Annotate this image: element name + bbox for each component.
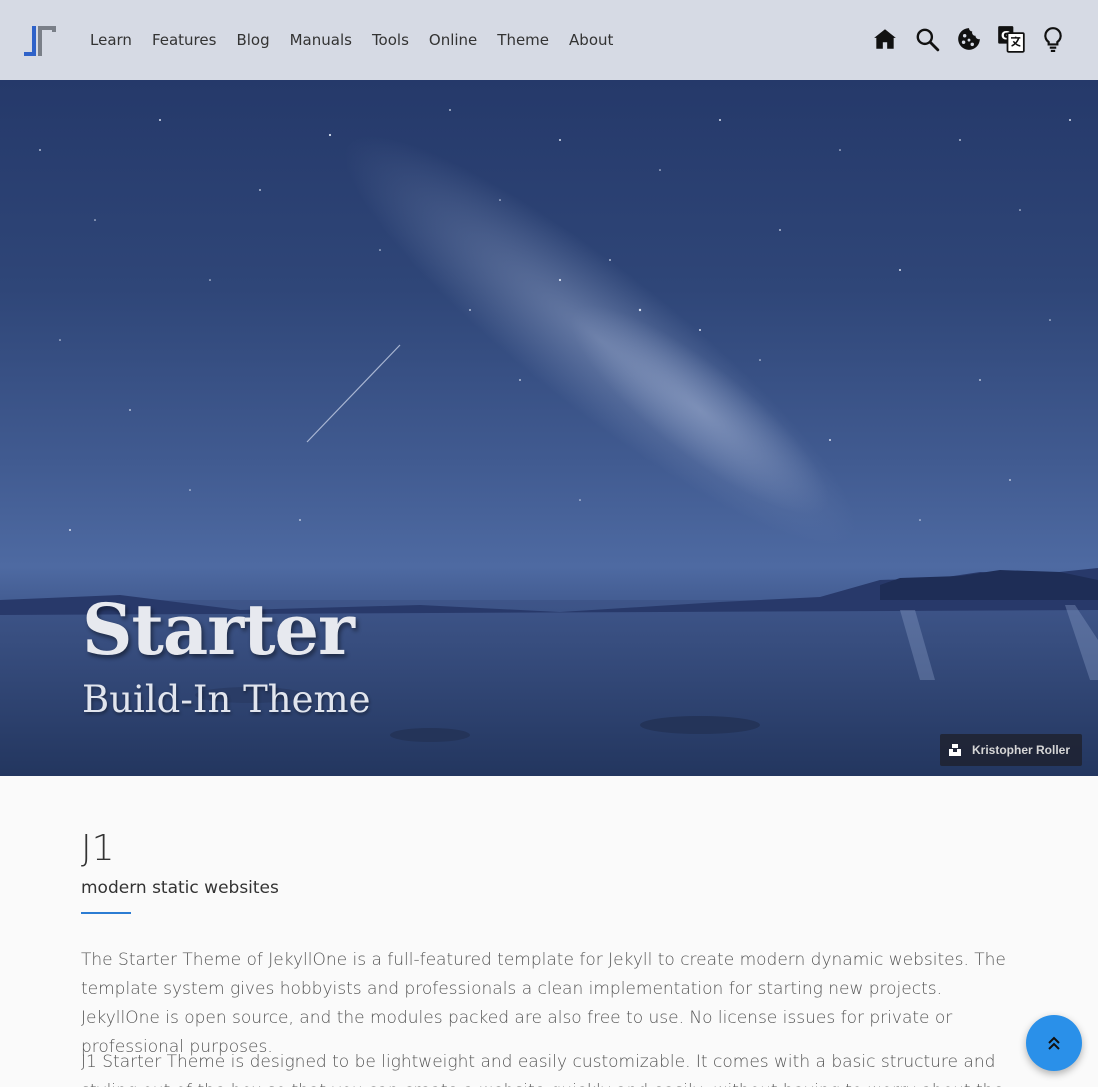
nav-features[interactable]: Features [142,31,227,49]
j1-logo-icon[interactable] [22,22,58,58]
cookie-icon[interactable] [954,22,984,56]
nav-theme[interactable]: Theme [487,31,559,49]
scroll-to-top-button[interactable] [1026,1015,1082,1071]
double-chevron-up-icon [1048,1036,1060,1050]
search-icon[interactable] [912,22,942,56]
second-paragraph: J1 Starter Theme is designed to be light… [81,1052,1004,1087]
translate-icon[interactable]: G [996,22,1026,56]
nav-about[interactable]: About [559,31,623,49]
section-subheading: modern static websites [81,878,279,898]
hero-title: Starter [82,588,355,671]
main-nav: Learn Features Blog Manuals Tools Online… [80,0,623,80]
nav-icon-bar: G [858,22,1068,56]
lightbulb-icon[interactable] [1038,22,1068,56]
nav-online[interactable]: Online [419,31,487,49]
hero-subtitle: Build-In Theme [82,678,371,721]
section-heading: J1 [81,828,115,869]
photo-credit-text: Kristopher Roller [971,743,1070,757]
intro-paragraph: The Starter Theme of JekyllOne is a full… [81,950,1006,1057]
unsplash-icon [948,744,961,756]
night-sky-background [0,109,1098,776]
heading-divider [81,912,131,914]
nav-manuals[interactable]: Manuals [280,31,362,49]
top-navbar: Learn Features Blog Manuals Tools Online… [0,0,1098,80]
photo-credit-badge[interactable]: Kristopher Roller [939,734,1082,766]
nav-blog[interactable]: Blog [226,31,279,49]
nav-learn[interactable]: Learn [80,31,142,49]
home-icon[interactable] [870,22,900,56]
nav-tools[interactable]: Tools [362,31,419,49]
hero-banner: Starter Build-In Theme Kristopher Roller [0,80,1098,776]
